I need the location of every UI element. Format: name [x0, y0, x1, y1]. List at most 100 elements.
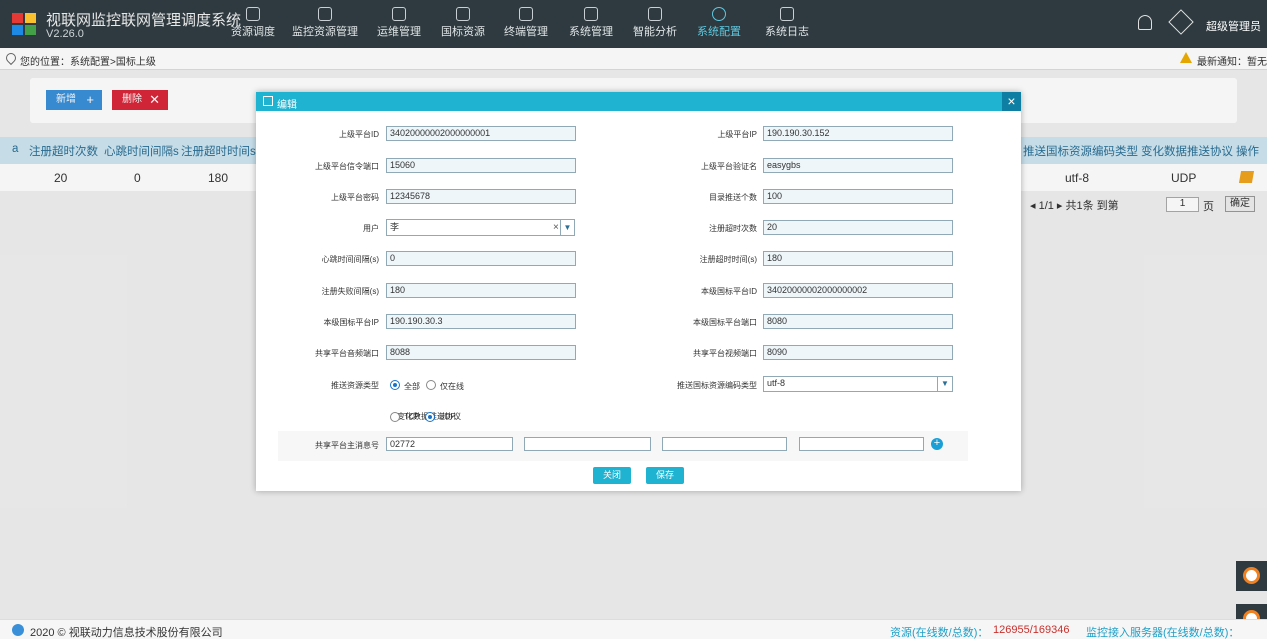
label-signal-port: 上级平台信令端口	[315, 162, 379, 171]
label-local-port: 本级国标平台端口	[693, 318, 757, 327]
user-icon[interactable]	[1168, 9, 1194, 35]
label-heartbeat: 心跳时间间隔(s)	[321, 255, 379, 264]
encoding-select[interactable]: utf-8	[763, 376, 953, 392]
save-button[interactable]: 保存	[646, 467, 684, 484]
resource-stat-label: 资源(在线数/总数)：	[890, 627, 989, 639]
dialog-close-button[interactable]: ×	[1002, 92, 1021, 111]
nav-item-resource-dispatch[interactable]: 资源调度	[230, 0, 276, 48]
parent-ip-input[interactable]: 190.190.30.152	[763, 126, 953, 141]
nav-item-system-manage[interactable]: 系统管理	[568, 0, 614, 48]
nav-label: 终端管理	[504, 26, 548, 38]
password-input[interactable]: 12345678	[386, 189, 576, 204]
float-tool-icon[interactable]	[1236, 561, 1267, 591]
subid-input-1[interactable]: 02772	[386, 437, 513, 451]
compass-icon	[246, 7, 260, 21]
subid-input-3[interactable]	[662, 437, 787, 451]
top-bar: 视联网监控联网管理调度系统 V2.26.0 资源调度 监控资源管理 运维管理 国…	[0, 0, 1267, 48]
reg-timeout-input[interactable]: 180	[763, 251, 953, 266]
nav-item-smart-analysis[interactable]: 智能分析	[632, 0, 678, 48]
parent-id-input[interactable]: 34020000002000000001	[386, 126, 576, 141]
label-encoding: 推送国标资源编码类型	[677, 381, 757, 390]
scan-icon	[648, 7, 662, 21]
grid-icon	[584, 7, 598, 21]
user-name[interactable]: 超级管理员	[1206, 18, 1261, 34]
close-button[interactable]: 关闭	[593, 467, 631, 484]
label-auth-name: 上级平台验证名	[701, 162, 757, 171]
nav-item-terminal[interactable]: 终端管理	[503, 0, 549, 48]
radio-push-online-label: 仅在线	[440, 382, 464, 391]
radio-tcp-label: TCP	[404, 412, 420, 421]
edit-icon	[456, 7, 470, 21]
dialog-title: 编辑	[277, 100, 297, 111]
bell-icon[interactable]	[1138, 15, 1152, 30]
company-icon	[12, 624, 24, 636]
nav-item-monitor-resource[interactable]: 监控资源管理	[292, 0, 358, 48]
radio-udp[interactable]	[425, 412, 435, 422]
label-push-count: 目录推送个数	[709, 193, 757, 202]
nav-label: 运维管理	[377, 26, 421, 38]
nav-label: 国标资源	[441, 26, 485, 38]
nav-item-ops[interactable]: 运维管理	[376, 0, 422, 48]
signal-port-input[interactable]: 15060	[386, 158, 576, 173]
user-value: 李	[390, 222, 400, 232]
label-subid: 共享平台主消息号	[315, 441, 379, 450]
label-password: 上级平台密码	[331, 193, 379, 202]
app-title: 视联网监控联网管理调度系统	[46, 12, 242, 29]
audio-port-input[interactable]: 8088	[386, 345, 576, 360]
label-local-ip: 本级国标平台IP	[323, 318, 379, 327]
radio-push-online[interactable]	[426, 380, 436, 390]
nav-item-system-log[interactable]: 系统日志	[764, 0, 810, 48]
chevron-down-icon[interactable]: ▼	[937, 376, 953, 392]
local-ip-input[interactable]: 190.190.30.3	[386, 314, 576, 329]
clear-icon[interactable]: ×	[553, 222, 559, 233]
label-parent-id: 上级平台ID	[339, 130, 379, 139]
auth-name-input[interactable]: easygbs	[763, 158, 953, 173]
subid-input-4[interactable]	[799, 437, 924, 451]
chevron-down-icon[interactable]: ▼	[560, 219, 575, 236]
reg-timeout-count-input[interactable]: 20	[763, 220, 953, 235]
nav-label: 系统管理	[569, 26, 613, 38]
label-local-id: 本级国标平台ID	[701, 287, 757, 296]
add-circle-icon[interactable]: +	[931, 438, 943, 450]
subid-input-2[interactable]	[524, 437, 651, 451]
tools-icon	[392, 7, 406, 21]
local-port-input[interactable]: 8080	[763, 314, 953, 329]
copyright: 2020 © 视联动力信息技术股份有限公司	[30, 627, 223, 639]
label-reg-timeout: 注册超时时间(s)	[699, 255, 757, 264]
radio-udp-label: UDP	[439, 412, 456, 421]
nav-label: 系统配置	[697, 26, 741, 38]
label-parent-ip: 上级平台IP	[717, 130, 757, 139]
reg-fail-interval-input[interactable]: 180	[386, 283, 576, 298]
heartbeat-input[interactable]: 0	[386, 251, 576, 266]
encoding-value: utf-8	[767, 378, 786, 388]
nav-label: 监控资源管理	[292, 26, 358, 38]
logo-icon	[12, 13, 38, 37]
label-video-port: 共享平台视频端口	[693, 349, 757, 358]
dialog-header: 编辑 ×	[256, 92, 1021, 111]
push-count-input[interactable]: 100	[763, 189, 953, 204]
edit-icon	[263, 96, 273, 106]
radio-push-all[interactable]	[390, 380, 400, 390]
server-stat-label: 监控接入服务器(在线数/总数)：	[1086, 627, 1240, 639]
video-port-input[interactable]: 8090	[763, 345, 953, 360]
radio-push-all-label: 全部	[404, 382, 420, 391]
location-icon	[318, 7, 332, 21]
nav-item-gb-resource[interactable]: 国标资源	[440, 0, 486, 48]
gear-icon	[712, 7, 726, 21]
calendar-icon	[780, 7, 794, 21]
label-reg-fail-interval: 注册失败间隔(s)	[321, 287, 379, 296]
label-audio-port: 共享平台音频端口	[315, 349, 379, 358]
nav-label: 智能分析	[633, 26, 677, 38]
resource-stat-value: 126955/169346	[993, 624, 1070, 636]
local-id-input[interactable]: 34020000002000000002	[763, 283, 953, 298]
app-version: V2.26.0	[46, 28, 84, 40]
list-icon	[519, 7, 533, 21]
nav-item-system-config[interactable]: 系统配置	[696, 0, 742, 48]
edit-dialog: 编辑 × 上级平台ID 34020000002000000001 上级平台IP …	[256, 92, 1021, 491]
label-reg-timeout-count: 注册超时次数	[709, 224, 757, 233]
nav-label: 系统日志	[765, 26, 809, 38]
label-push-type: 推送资源类型	[331, 381, 379, 390]
footer: 2020 © 视联动力信息技术股份有限公司 资源(在线数/总数)： 126955…	[0, 619, 1267, 639]
radio-tcp[interactable]	[390, 412, 400, 422]
user-select[interactable]: 李	[386, 219, 575, 236]
